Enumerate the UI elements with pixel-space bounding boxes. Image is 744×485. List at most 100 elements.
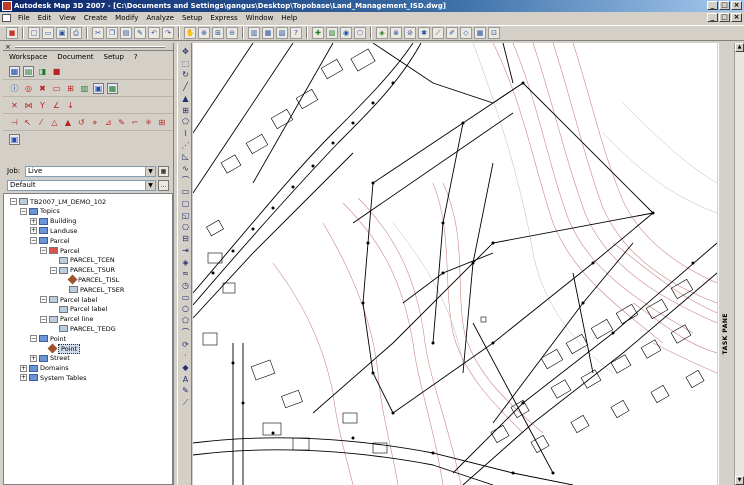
tree-node-point-folder[interactable]: − Point	[30, 334, 66, 343]
job-dropdown-arrow-icon[interactable]: ▼	[145, 166, 155, 176]
erase-icon[interactable]: ⇥	[180, 246, 191, 256]
cross-icon[interactable]: ✕	[9, 100, 20, 111]
new-icon[interactable]: □	[28, 27, 40, 39]
grid-view-icon[interactable]: ⊞	[180, 106, 191, 116]
shape-icon[interactable]: ⬠	[180, 117, 191, 127]
tag-icon[interactable]: ◈	[180, 258, 191, 268]
panel-grip-bar[interactable]	[15, 46, 165, 48]
save-icon[interactable]: ▣	[56, 27, 68, 39]
form-icon[interactable]: ▣	[93, 82, 104, 94]
tree-node-parcel-folder[interactable]: − Parcel	[30, 236, 70, 245]
tree-node-topics[interactable]: − Topics	[20, 207, 60, 216]
corner-icon[interactable]: ⌐	[130, 117, 140, 128]
properties-icon[interactable]: ▥	[248, 27, 260, 39]
polyline-tool-icon[interactable]: ↖	[22, 117, 32, 128]
redo-icon[interactable]: ↷	[162, 27, 174, 39]
workspace-dropdown-arrow-icon[interactable]: ▼	[145, 180, 155, 190]
edit-text-icon[interactable]: ✎	[180, 386, 191, 396]
menu-setup[interactable]: Setup	[178, 14, 206, 22]
doc-maximize-button[interactable]: □	[719, 13, 730, 22]
arc-icon[interactable]: ⌒	[180, 176, 191, 186]
tree-node-point[interactable]: Point	[40, 343, 81, 354]
rotate-view-icon[interactable]: ↻	[180, 70, 191, 80]
region-icon[interactable]: ◱	[180, 211, 191, 221]
brush-tool-icon[interactable]: ⟋	[180, 398, 191, 408]
box-tool-icon[interactable]: ▭	[180, 293, 191, 303]
minimize-button[interactable]: _	[707, 1, 718, 10]
filter-icon[interactable]: ⊞	[65, 83, 76, 94]
panel-close-icon[interactable]: ×	[5, 43, 11, 51]
circle-tool-icon[interactable]: ○	[180, 304, 191, 314]
panel-menu-document[interactable]: Document	[57, 53, 93, 61]
maximize-button[interactable]: □	[719, 1, 730, 10]
curve-icon[interactable]: ⌒	[180, 328, 191, 338]
zoom-realtime-icon[interactable]: ⊕	[198, 27, 210, 39]
triangle-icon[interactable]: △	[49, 117, 59, 128]
help-icon[interactable]: ?	[290, 27, 302, 39]
spline-icon[interactable]: ∿	[180, 164, 191, 174]
expand-icon[interactable]: +	[30, 217, 37, 225]
panel-menu-setup[interactable]: Setup	[104, 53, 124, 61]
line-icon[interactable]: ╱	[180, 82, 191, 92]
delete-feature-icon[interactable]: ✖	[37, 83, 48, 94]
table-view-icon[interactable]: ▦	[107, 82, 118, 94]
tree-node-root[interactable]: − TB2007_LM_DEMO_102	[10, 197, 106, 206]
collapse-icon[interactable]: −	[30, 335, 37, 343]
line-tool-icon[interactable]: ⊣	[9, 117, 19, 128]
display-icon[interactable]: ◨	[37, 66, 48, 77]
rect-select-icon[interactable]: ▢	[180, 199, 191, 209]
document-load-icon[interactable]: ▤	[23, 65, 34, 77]
asterisk-icon[interactable]: ✳	[143, 117, 153, 128]
tree-node-parcel-label-group[interactable]: − Parcel label	[40, 295, 97, 304]
expand-icon[interactable]: +	[30, 354, 37, 362]
divide-icon[interactable]: ⋰	[180, 141, 191, 151]
tool-palette-icon[interactable]: ▧	[276, 27, 288, 39]
map-drawing[interactable]	[193, 43, 717, 485]
job-select[interactable]: Live ▼	[25, 165, 156, 177]
doc-close-button[interactable]: ×	[731, 13, 742, 22]
tree-node-parcel-tsur[interactable]: − PARCEL_TSUR	[50, 266, 115, 275]
pencil-tool-icon[interactable]: ✎	[116, 117, 126, 128]
panel-menu-workspace[interactable]: Workspace	[9, 53, 47, 61]
tree-node-parcel-tser[interactable]: PARCEL_TSER	[60, 285, 124, 294]
paste-icon[interactable]: ▤	[120, 27, 132, 39]
split-icon[interactable]: Y	[37, 100, 48, 111]
undo-icon[interactable]: ↶	[148, 27, 160, 39]
menu-express[interactable]: Express	[206, 14, 241, 22]
select-icon[interactable]: ⬡	[354, 27, 366, 39]
report-icon[interactable]: ▥	[79, 83, 90, 94]
collapse-icon[interactable]: −	[50, 266, 57, 274]
doc-minimize-button[interactable]: _	[707, 13, 718, 22]
zoom-window-icon[interactable]: ⊞	[212, 27, 224, 39]
angle-icon[interactable]: ∠	[51, 100, 62, 111]
tree-node-street[interactable]: + Street	[30, 354, 70, 363]
topobase-logo-icon[interactable]: ■	[51, 66, 62, 77]
table-icon[interactable]: ▦	[474, 27, 486, 39]
brush-icon[interactable]: ⟋	[432, 27, 444, 39]
tree-node-landuse[interactable]: + Landuse	[30, 226, 77, 235]
collapse-icon[interactable]: −	[30, 237, 37, 245]
feature-icon[interactable]: ◇	[460, 27, 472, 39]
multi-cross-icon[interactable]: ⋈	[23, 100, 34, 111]
polygon-tool-icon[interactable]: ◺	[180, 152, 191, 162]
vertex-icon[interactable]: ⋄	[90, 117, 100, 128]
refresh-icon[interactable]: ⟳	[180, 340, 191, 350]
print-icon[interactable]: ⎙	[70, 27, 82, 39]
tree-node-building[interactable]: + Building	[30, 217, 76, 226]
copy-icon[interactable]: ❐	[106, 27, 118, 39]
folder-open-icon[interactable]: ▭	[51, 83, 62, 94]
collapse-icon[interactable]: −	[40, 247, 47, 254]
query-icon[interactable]: ◉	[340, 27, 352, 39]
table-tool-icon[interactable]: ⊟	[180, 234, 191, 244]
info-icon[interactable]: ⓘ	[9, 83, 20, 94]
topobase-icon[interactable]: ■	[6, 27, 18, 39]
workspace-icon[interactable]: ▦	[9, 65, 20, 77]
move-icon[interactable]: ✥	[180, 47, 191, 57]
edit-icon[interactable]: ⊡	[488, 27, 500, 39]
tree-node-parcel[interactable]: − Parcel	[40, 246, 80, 255]
digitize-icon[interactable]: ⊘	[404, 27, 416, 39]
diamond-icon[interactable]: ◆	[180, 363, 191, 373]
menu-edit[interactable]: Edit	[34, 14, 56, 22]
task-pane[interactable]: TASK PANE	[718, 43, 734, 485]
menu-help[interactable]: Help	[277, 14, 301, 22]
